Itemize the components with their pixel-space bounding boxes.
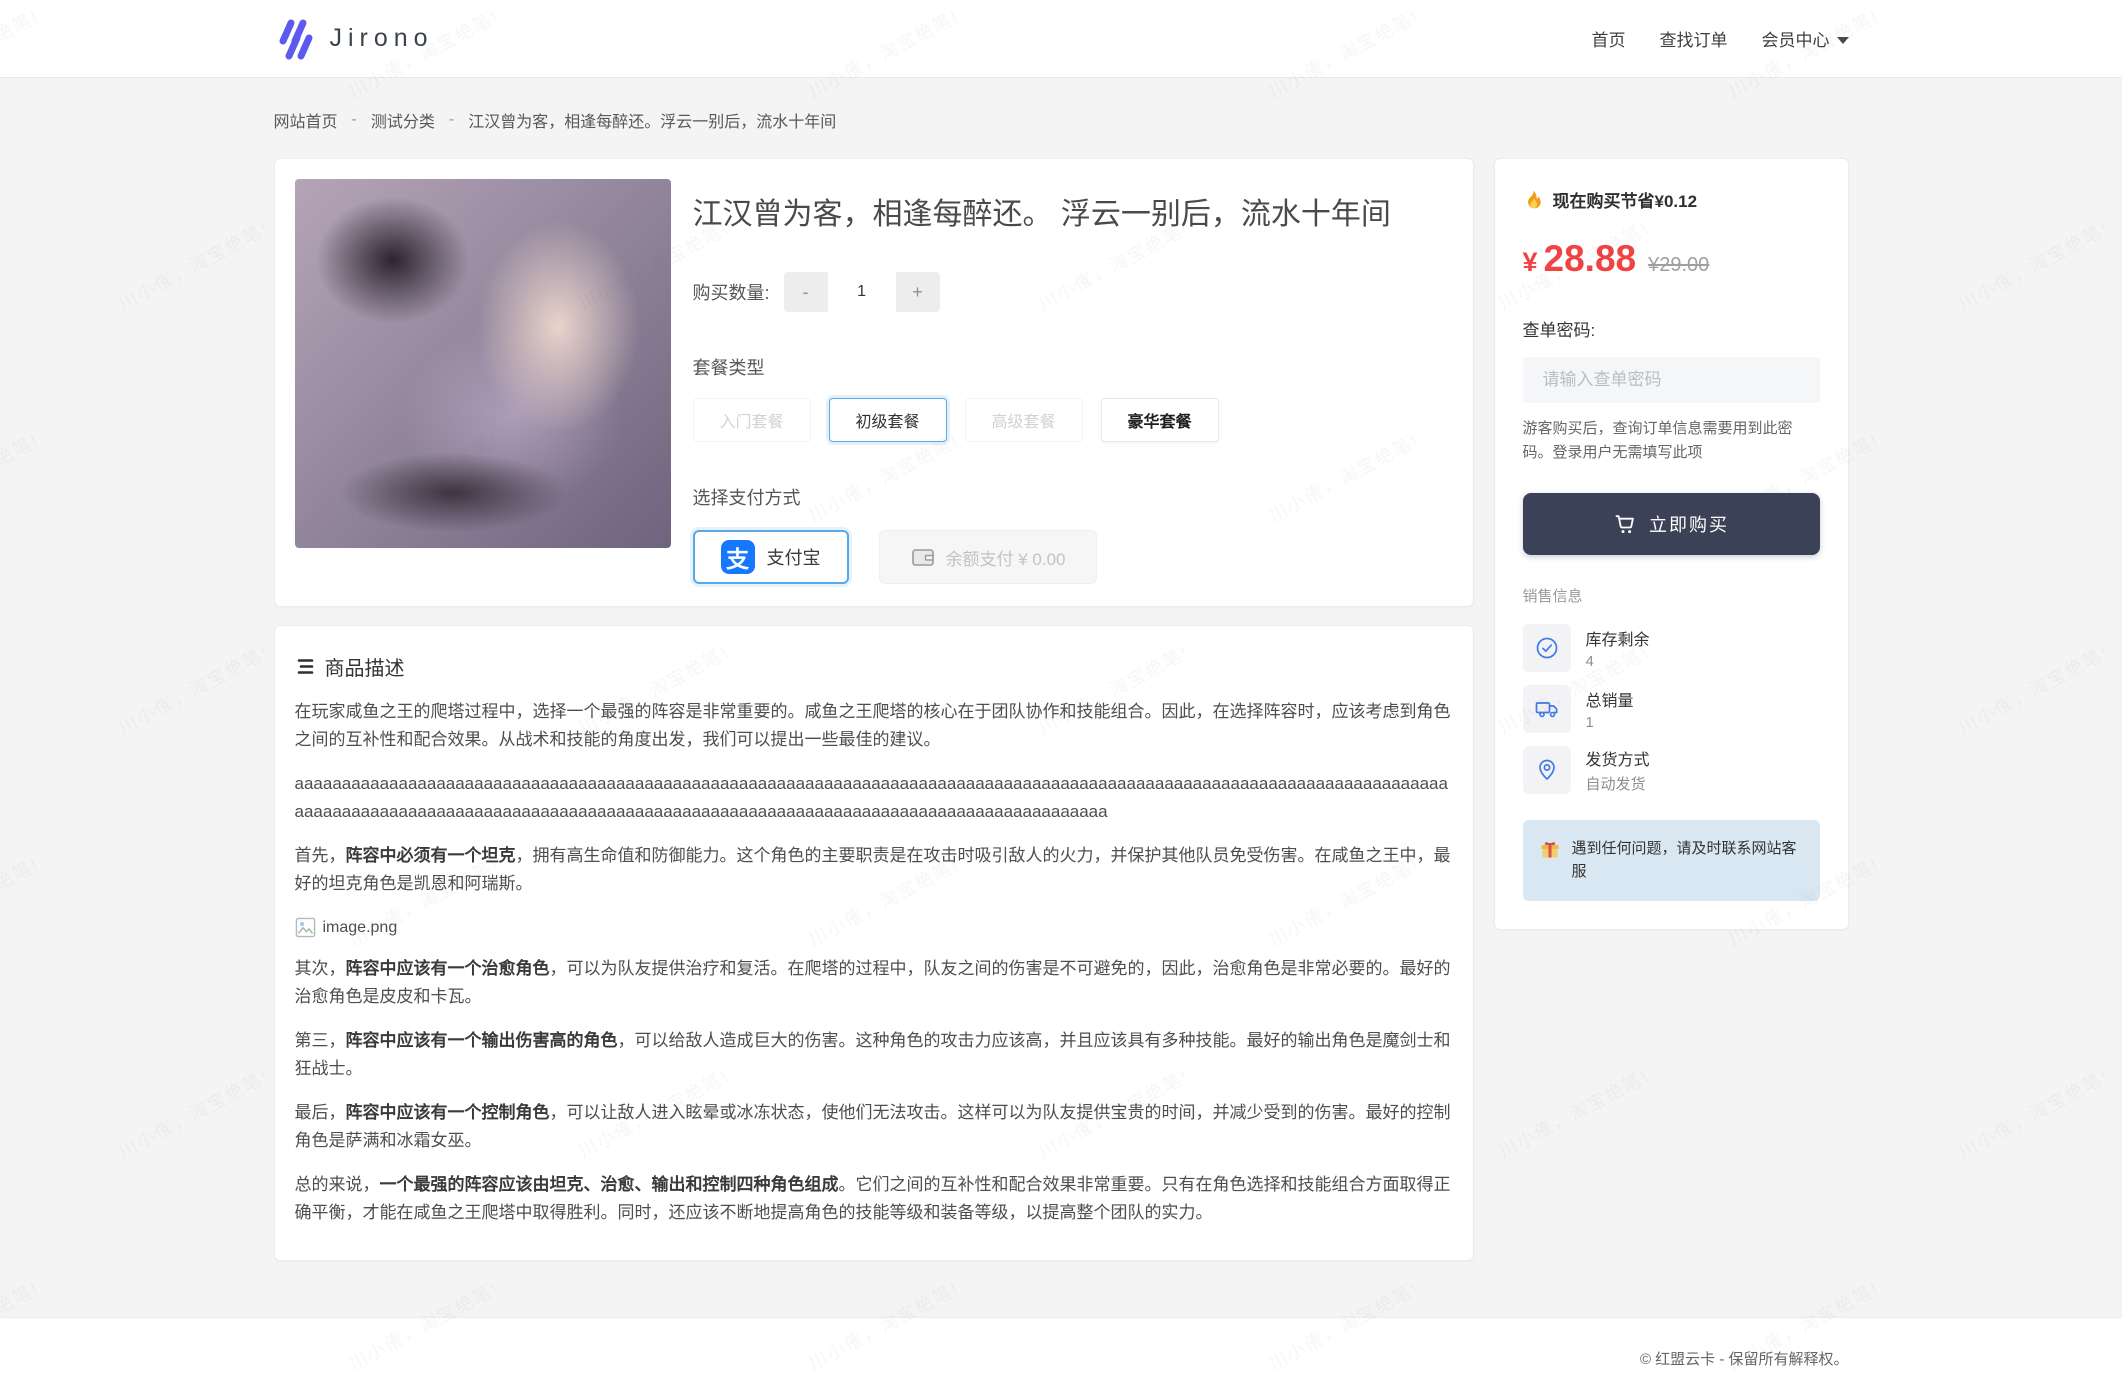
payment-option-balance[interactable]: 余额支付 ¥ 0.00: [879, 530, 1097, 584]
order-password-label: 查单密码:: [1523, 316, 1820, 341]
order-password-input[interactable]: [1523, 357, 1820, 403]
payment-options: 支 支付宝 余额支付 ¥ 0.00: [693, 530, 1453, 584]
truck-icon: [1523, 685, 1571, 733]
package-options: 入门套餐 初级套餐 高级套餐 豪华套餐: [693, 398, 1453, 442]
stat-label: 总销量: [1586, 687, 1634, 711]
alipay-label: 支付宝: [767, 544, 821, 570]
description-title: 商品描述: [325, 652, 405, 681]
stat-delivery: 发货方式 自动发货: [1523, 746, 1820, 794]
stat-stock: 库存剩余 4: [1523, 624, 1820, 672]
nav-member-label: 会员中心: [1762, 26, 1830, 51]
quantity-label: 购买数量:: [693, 279, 770, 305]
savings-text: 现在购买节省¥0.12: [1553, 187, 1698, 212]
package-option-deluxe[interactable]: 豪华套餐: [1101, 398, 1219, 442]
nav-item-home[interactable]: 首页: [1592, 26, 1626, 51]
top-navbar: Jirono 首页 查找订单 会员中心: [0, 0, 2122, 78]
description-paragraph: 在玩家咸鱼之王的爬塔过程中，选择一个最强的阵容是非常重要的。咸鱼之王爬塔的核心在…: [295, 698, 1453, 753]
description-paragraph: 最后，阵容中应该有一个控制角色，可以让敌人进入眩晕或冰冻状态，使他们无法攻击。这…: [295, 1099, 1453, 1154]
breadcrumb-home[interactable]: 网站首页: [274, 108, 338, 132]
broken-image-icon: [295, 917, 316, 938]
page-footer: © 红盟云卡 - 保留所有解释权。: [0, 1317, 2122, 1398]
stat-sales: 总销量 1: [1523, 685, 1820, 733]
logo[interactable]: Jirono: [274, 17, 434, 61]
nav-item-find-order[interactable]: 查找订单: [1660, 26, 1728, 51]
package-option-advanced[interactable]: 高级套餐: [965, 398, 1083, 442]
nav-links: 首页 查找订单 会员中心: [1592, 26, 1849, 51]
package-type-label: 套餐类型: [693, 354, 1453, 380]
copyright-text: © 红盟云卡 - 保留所有解释权。: [1640, 1351, 1849, 1368]
breadcrumb-separator: -: [352, 111, 357, 129]
buy-now-label: 立即购买: [1649, 511, 1729, 537]
stat-value: 4: [1586, 653, 1650, 670]
description-paragraph: 总的来说，一个最强的阵容应该由坦克、治愈、输出和控制四种角色组成。它们之间的互补…: [295, 1171, 1453, 1226]
breadcrumb-category[interactable]: 测试分类: [371, 108, 435, 132]
stat-label: 发货方式: [1586, 746, 1650, 770]
map-pin-icon: [1523, 746, 1571, 794]
price-original: ¥29.00: [1648, 254, 1709, 277]
product-card: 江汉曾为客，相逢每醉还。 浮云一别后，流水十年间 购买数量: - + 套餐类型 …: [274, 158, 1474, 607]
package-option-entry[interactable]: 入门套餐: [693, 398, 811, 442]
description-paragraph: 第三，阵容中应该有一个输出伤害高的角色，可以给敌人造成巨大的伤害。这种角色的攻击…: [295, 1027, 1453, 1082]
purchase-sidebar: 现在购买节省¥0.12 ¥ 28.88 ¥29.00 查单密码: 游客购买后，查…: [1494, 158, 1849, 930]
stat-label: 库存剩余: [1586, 626, 1650, 650]
price-row: ¥ 28.88 ¥29.00: [1523, 238, 1820, 280]
wallet-icon: [910, 544, 936, 570]
breadcrumb-separator: -: [449, 111, 454, 129]
order-password-note: 游客购买后，查询订单信息需要用到此密码。登录用户无需填写此项: [1523, 417, 1820, 465]
description-body: 在玩家咸鱼之王的爬塔过程中，选择一个最强的阵容是非常重要的。咸鱼之王爬塔的核心在…: [295, 698, 1453, 1226]
alipay-icon: 支: [721, 540, 755, 574]
gift-icon: [1539, 838, 1561, 860]
support-notice-text: 遇到任何问题，请及时联系网站客服: [1572, 837, 1804, 884]
quantity-plus-button[interactable]: +: [896, 272, 940, 312]
product-image: [295, 179, 671, 548]
nav-item-member-center[interactable]: 会员中心: [1762, 26, 1849, 51]
payment-method-label: 选择支付方式: [693, 484, 1453, 510]
cart-icon: [1613, 512, 1637, 536]
brand-name: Jirono: [330, 24, 434, 53]
savings-banner: 现在购买节省¥0.12: [1523, 187, 1820, 212]
description-paragraph: 首先，阵容中必须有一个坦克，拥有高生命值和防御能力。这个角色的主要职责是在攻击时…: [295, 842, 1453, 897]
stat-value: 1: [1586, 714, 1634, 731]
quantity-stepper: - +: [784, 272, 940, 312]
price-current: 28.88: [1544, 238, 1637, 280]
brand-icon: [274, 17, 318, 61]
price-currency: ¥: [1523, 247, 1538, 278]
main-content: 网站首页 - 测试分类 - 江汉曾为客，相逢每醉还。浮云一别后，流水十年间 江汉…: [274, 78, 1849, 1261]
chevron-down-icon: [1837, 37, 1849, 44]
description-paragraph: 其次，阵容中应该有一个治愈角色，可以为队友提供治疗和复活。在爬塔的过程中，队友之…: [295, 955, 1453, 1010]
description-icon: [295, 656, 316, 677]
fire-icon: [1523, 189, 1544, 210]
broken-image: image.png: [295, 917, 1453, 938]
breadcrumb-current: 江汉曾为客，相逢每醉还。浮云一别后，流水十年间: [468, 108, 836, 132]
breadcrumb: 网站首页 - 测试分类 - 江汉曾为客，相逢每醉还。浮云一别后，流水十年间: [274, 78, 1849, 132]
package-option-basic[interactable]: 初级套餐: [829, 398, 947, 442]
sales-stats: 库存剩余 4 总销量 1: [1523, 624, 1820, 794]
product-title: 江汉曾为客，相逢每醉还。 浮云一别后，流水十年间: [693, 195, 1453, 234]
description-paragraph: aaaaaaaaaaaaaaaaaaaaaaaaaaaaaaaaaaaaaaaa…: [295, 770, 1453, 825]
support-notice: 遇到任何问题，请及时联系网站客服: [1523, 820, 1820, 901]
balance-label: 余额支付 ¥ 0.00: [946, 545, 1066, 570]
check-circle-icon: [1523, 624, 1571, 672]
sales-info-title: 销售信息: [1523, 585, 1820, 606]
quantity-minus-button[interactable]: -: [784, 272, 828, 312]
stat-value: 自动发货: [1586, 773, 1650, 794]
quantity-value-input[interactable]: [828, 272, 896, 312]
buy-now-button[interactable]: 立即购买: [1523, 493, 1820, 555]
description-card: 商品描述 在玩家咸鱼之王的爬塔过程中，选择一个最强的阵容是非常重要的。咸鱼之王爬…: [274, 625, 1474, 1261]
payment-option-alipay[interactable]: 支 支付宝: [693, 530, 849, 584]
